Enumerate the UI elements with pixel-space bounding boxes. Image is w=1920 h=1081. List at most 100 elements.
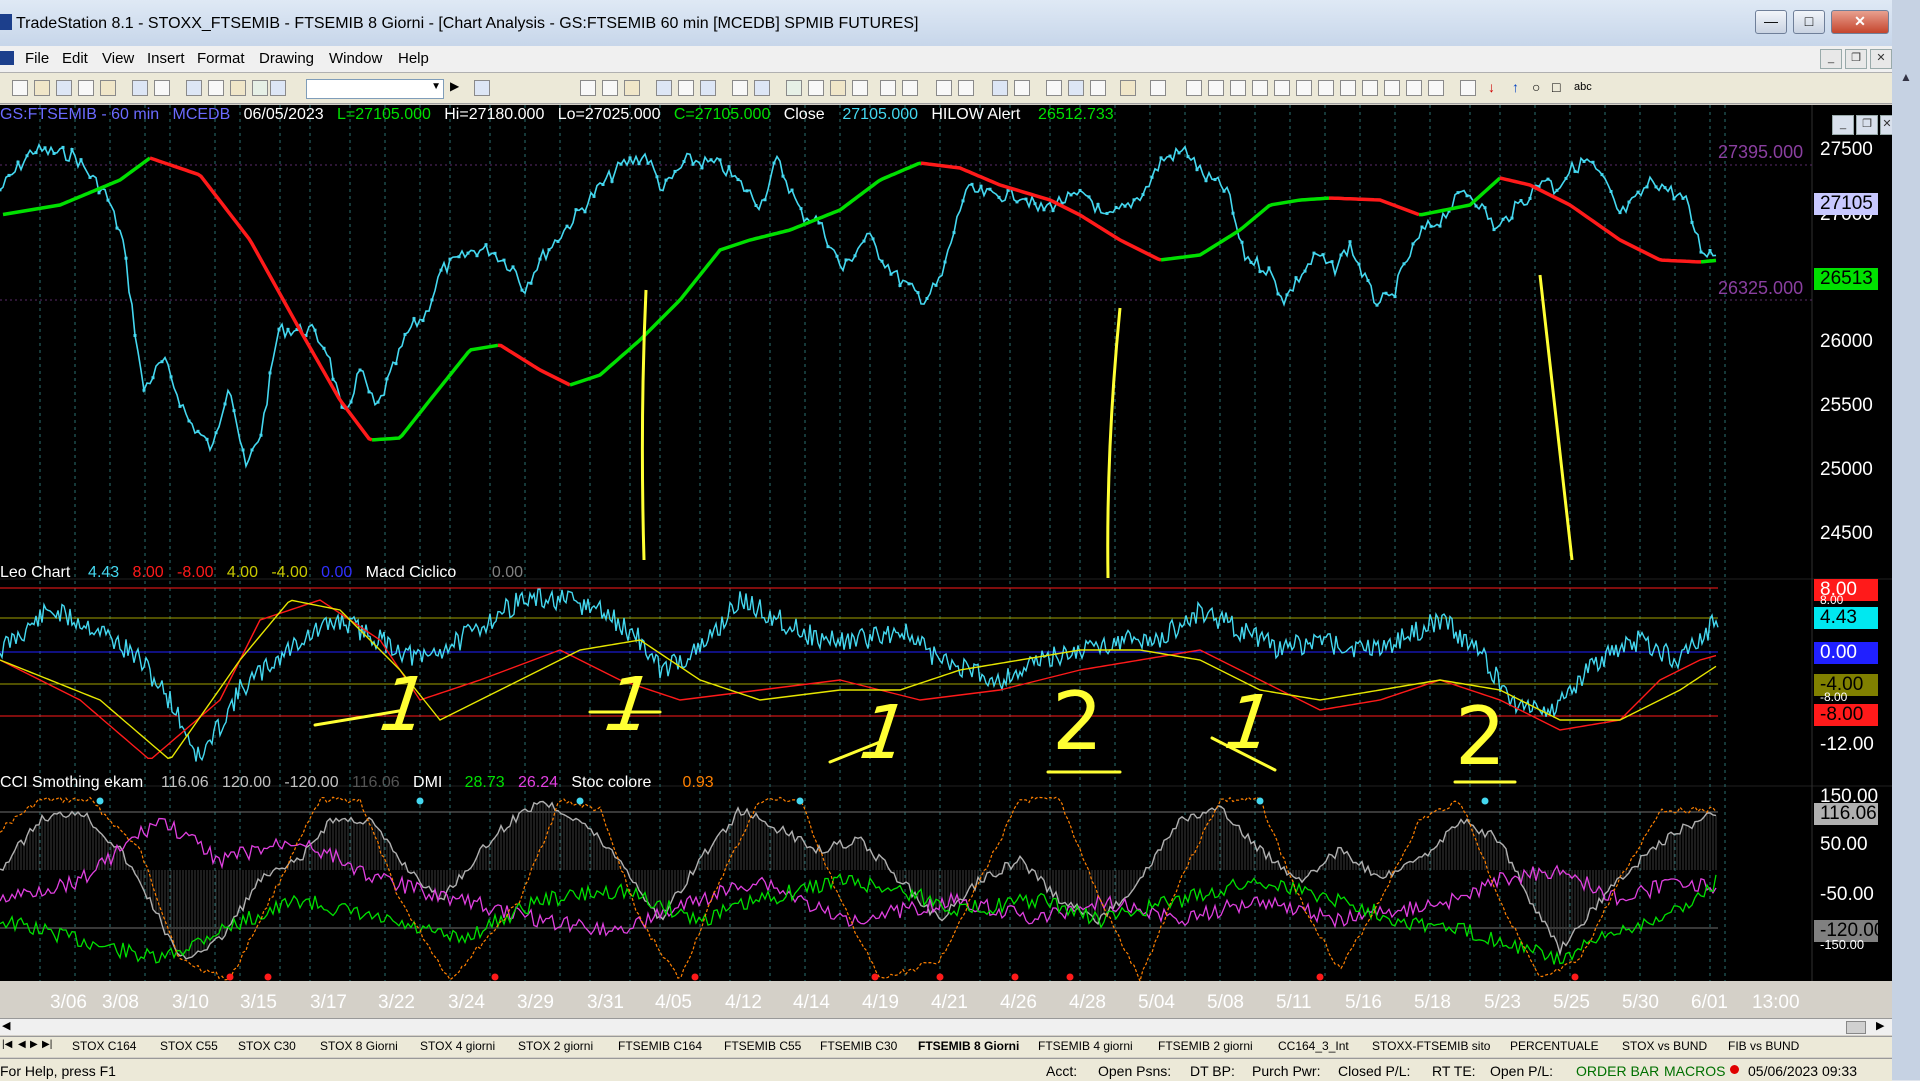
pointer-icon[interactable] xyxy=(1046,80,1062,96)
tab-nav-next-icon[interactable]: ▶ xyxy=(30,1039,38,1050)
bar-type-icon[interactable] xyxy=(580,80,596,96)
bar-spacing-icon[interactable] xyxy=(852,80,868,96)
rectangle-icon[interactable]: □ xyxy=(1552,79,1560,95)
scroll-left-icon[interactable] xyxy=(936,80,952,96)
radar-icon[interactable] xyxy=(208,80,224,96)
tab-ftsemib-8-giorni[interactable]: FTSEMIB 8 Giorni xyxy=(918,1039,1019,1053)
up-arrow-icon[interactable]: ↑ xyxy=(1512,79,1519,95)
scroll-right-icon[interactable] xyxy=(958,80,974,96)
horizontal-scrollbar[interactable]: ◀ ▶ xyxy=(0,1018,1892,1035)
close-button[interactable]: ✕ xyxy=(1831,10,1889,34)
pencil-icon[interactable] xyxy=(1428,80,1444,96)
tab-fib-vs-bund[interactable]: FIB vs BUND xyxy=(1728,1039,1799,1053)
tab-ftsemib-c55[interactable]: FTSEMIB C55 xyxy=(724,1039,801,1053)
macros-label[interactable]: MACROS xyxy=(1664,1063,1725,1079)
zoom-in-icon[interactable] xyxy=(992,80,1008,96)
market-depth-icon[interactable] xyxy=(786,80,802,96)
scroll-thumb[interactable] xyxy=(1846,1021,1866,1034)
open-workspace-icon[interactable] xyxy=(100,80,116,96)
expand-icon[interactable] xyxy=(902,80,918,96)
compress-icon[interactable] xyxy=(880,80,896,96)
trendline-manager-icon[interactable] xyxy=(1120,80,1136,96)
mdi-minimize-button[interactable]: _ xyxy=(1820,49,1842,69)
tab-stoxx-ftsemib-sito[interactable]: STOXX-FTSEMIB sito xyxy=(1372,1039,1490,1053)
speed-lines-icon[interactable] xyxy=(1296,80,1312,96)
text-icon[interactable]: abc xyxy=(1574,81,1592,93)
time-zones-icon[interactable] xyxy=(1362,80,1378,96)
candle-type-icon[interactable] xyxy=(624,80,640,96)
menu-insert[interactable]: Insert xyxy=(147,50,185,67)
freehand-icon[interactable] xyxy=(1460,80,1476,96)
chart-window-tool-icon[interactable] xyxy=(186,80,202,96)
format-window-icon[interactable] xyxy=(700,80,716,96)
maximize-button[interactable]: □ xyxy=(1793,10,1825,34)
trendline-icon[interactable] xyxy=(1186,80,1202,96)
tab-ftsemib-c164[interactable]: FTSEMIB C164 xyxy=(618,1039,702,1053)
save-icon[interactable] xyxy=(56,80,72,96)
tile-icon[interactable] xyxy=(1150,80,1166,96)
tab-ftsemib-c30[interactable]: FTSEMIB C30 xyxy=(820,1039,897,1053)
tab-nav-prev-icon[interactable]: ◀ xyxy=(18,1039,26,1050)
menu-window[interactable]: Window xyxy=(329,50,382,67)
vertical-line-icon[interactable] xyxy=(1208,80,1224,96)
tab-nav-last-icon[interactable]: ▶| xyxy=(42,1039,52,1050)
open-icon[interactable] xyxy=(34,80,50,96)
subwindow-restore-button[interactable]: ❐ xyxy=(1856,115,1878,135)
format-pane-icon[interactable] xyxy=(754,80,770,96)
menu-help[interactable]: Help xyxy=(398,50,429,67)
format-symbol-icon[interactable] xyxy=(656,80,672,96)
combo-go-icon[interactable]: ▶ xyxy=(450,79,459,93)
symbol-combo[interactable]: ▼ xyxy=(306,79,444,99)
down-arrow-icon[interactable]: ↓ xyxy=(1488,79,1495,95)
print-icon[interactable] xyxy=(154,80,170,96)
arc-icon[interactable] xyxy=(1406,80,1422,96)
tools-icon[interactable] xyxy=(1090,80,1106,96)
subwindow-minimize-button[interactable]: _ xyxy=(1832,115,1854,135)
menu-file[interactable]: File xyxy=(25,50,49,67)
strategy-icon[interactable] xyxy=(270,80,286,96)
tab-stox-4-giorni[interactable]: STOX 4 giorni xyxy=(420,1039,495,1053)
indicator-icon[interactable] xyxy=(252,80,268,96)
print-preview-icon[interactable] xyxy=(132,80,148,96)
tab-stox-c164[interactable]: STOX C164 xyxy=(72,1039,136,1053)
minimize-button[interactable]: — xyxy=(1755,10,1787,34)
regression-icon[interactable] xyxy=(1340,80,1356,96)
find-icon[interactable] xyxy=(474,80,490,96)
mdi-close-button[interactable]: ✕ xyxy=(1870,49,1892,69)
tab-ftsemib-2-giorni[interactable]: FTSEMIB 2 giorni xyxy=(1158,1039,1253,1053)
tab-stox-c30[interactable]: STOX C30 xyxy=(238,1039,296,1053)
menu-edit[interactable]: Edit xyxy=(62,50,88,67)
tab-stox-c55[interactable]: STOX C55 xyxy=(160,1039,218,1053)
scroll-right-arrow[interactable]: ▶ xyxy=(1876,1019,1884,1032)
tab-stox-2-giorni[interactable]: STOX 2 giorni xyxy=(518,1039,593,1053)
tab-ftsemib-4-giorni[interactable]: FTSEMIB 4 giorni xyxy=(1038,1039,1133,1053)
tab-stox-vs-bund[interactable]: STOX vs BUND xyxy=(1622,1039,1707,1053)
ellipse-icon[interactable]: ○ xyxy=(1532,79,1540,95)
parallel-lines-icon[interactable] xyxy=(1384,80,1400,96)
tab-cc164-3-int[interactable]: CC164_3_Int xyxy=(1278,1039,1349,1053)
new-icon[interactable] xyxy=(12,80,28,96)
dark-chart-icon[interactable] xyxy=(808,80,824,96)
zoom-window-icon[interactable] xyxy=(732,80,748,96)
refresh-icon[interactable] xyxy=(678,80,694,96)
lock-icon[interactable] xyxy=(230,80,246,96)
zoom-out-icon[interactable] xyxy=(1014,80,1030,96)
new-workspace-icon[interactable] xyxy=(78,80,94,96)
line-type-icon[interactable] xyxy=(602,80,618,96)
chart-area[interactable] xyxy=(0,105,1892,981)
tab-stox-8-giorni[interactable]: STOX 8 Giorni xyxy=(320,1039,398,1053)
mdi-restore-button[interactable]: ❐ xyxy=(1845,49,1867,69)
scroll-left-arrow[interactable]: ◀ xyxy=(2,1019,10,1032)
menu-drawing[interactable]: Drawing xyxy=(259,50,314,67)
chart-canvas[interactable] xyxy=(0,105,1892,981)
menu-format[interactable]: Format xyxy=(197,50,245,67)
hist-icon[interactable] xyxy=(830,80,846,96)
menu-view[interactable]: View xyxy=(102,50,134,67)
order-bar-label[interactable]: ORDER BAR xyxy=(1576,1063,1659,1079)
tab-percentuale[interactable]: PERCENTUALE xyxy=(1510,1039,1599,1053)
horizontal-line-icon[interactable] xyxy=(1230,80,1246,96)
fibonacci-icon[interactable] xyxy=(1252,80,1268,96)
tab-nav-first-icon[interactable]: |◀ xyxy=(2,1039,12,1050)
andrews-pitchfork-icon[interactable] xyxy=(1318,80,1334,96)
data-window-icon[interactable] xyxy=(1068,80,1084,96)
